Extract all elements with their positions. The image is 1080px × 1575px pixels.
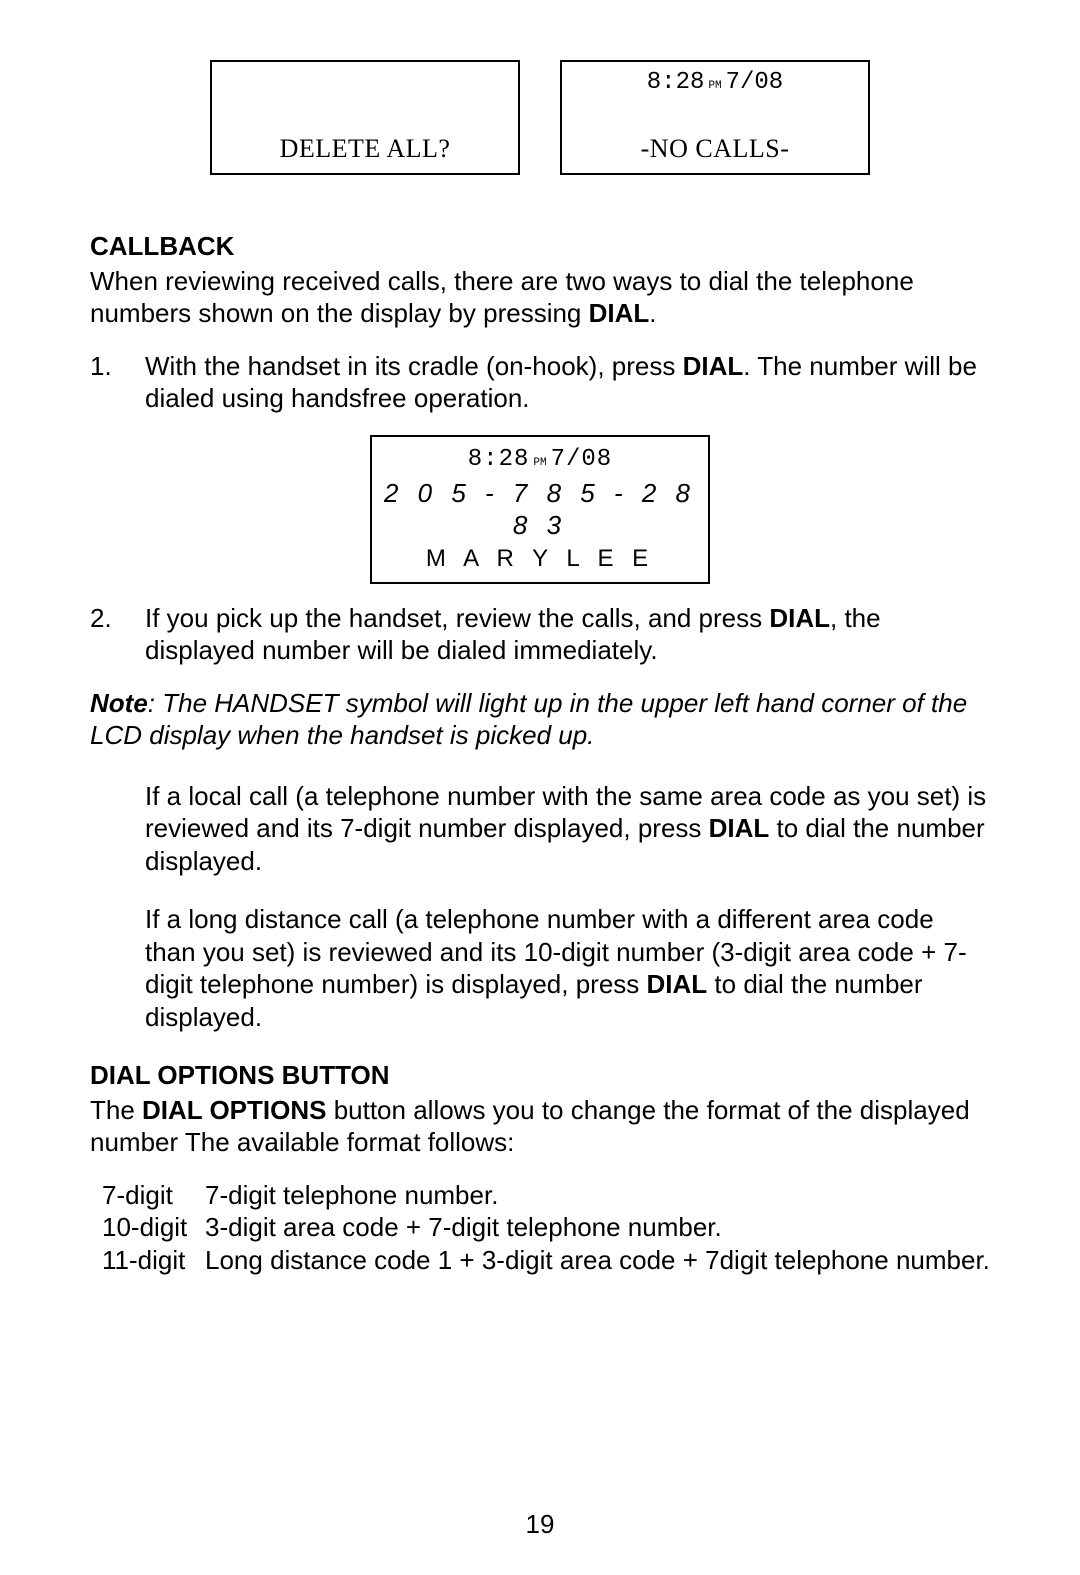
format-row: 10-digit 3-digit area code + 7-digit tel…: [90, 1211, 990, 1244]
step-1: 1. With the handset in its cradle (on-ho…: [90, 350, 990, 415]
format-label: 11-digit: [90, 1244, 205, 1277]
step-body: With the handset in its cradle (on-hook)…: [145, 350, 990, 415]
callback-intro: When reviewing received calls, there are…: [90, 265, 990, 330]
lcd-callback-example: 8:28PM 7/08 2 0 5 - 7 8 5 - 2 8 8 3 M A R…: [370, 435, 710, 584]
page-number: 19: [0, 1508, 1080, 1541]
lcd-delete-all: DELETE ALL?: [210, 60, 520, 175]
step-body: If you pick up the handset, review the c…: [145, 602, 990, 667]
callback-heading: CALLBACK: [90, 230, 990, 263]
dial-keyword: DIAL: [709, 813, 770, 843]
format-row: 7-digit 7-digit telephone number.: [90, 1179, 990, 1212]
lcd-no-calls: 8:28PM 7/08 -NO CALLS-: [560, 60, 870, 175]
dial-options-intro: The DIAL OPTIONS button allows you to ch…: [90, 1094, 990, 1159]
lcd-timestamp: 8:28PM 7/08: [562, 68, 868, 98]
lcd-pm-indicator: PM: [533, 457, 546, 469]
lcd-caller-name: M A R Y L E E: [382, 544, 698, 574]
dial-options-keyword: DIAL OPTIONS: [142, 1095, 326, 1125]
step-2: 2. If you pick up the handset, review th…: [90, 602, 990, 667]
lcd-text: -NO CALLS-: [641, 133, 790, 166]
text: .: [649, 298, 656, 328]
lcd-timestamp: 8:28PM 7/08: [382, 445, 698, 475]
text: The: [90, 1095, 142, 1125]
format-label: 10-digit: [90, 1211, 205, 1244]
format-desc: 7-digit telephone number.: [205, 1179, 498, 1212]
dial-options-heading: DIAL OPTIONS BUTTON: [90, 1059, 990, 1092]
format-desc: Long distance code 1 + 3-digit area code…: [205, 1244, 990, 1277]
top-lcd-row: DELETE ALL? 8:28PM 7/08 -NO CALLS-: [90, 60, 990, 175]
note-label: Note: [90, 688, 148, 718]
step-number: 2.: [90, 602, 145, 667]
dial-keyword: DIAL: [589, 298, 650, 328]
lcd-time: 8:28: [468, 446, 530, 473]
lcd-time: 8:28: [647, 69, 705, 96]
long-distance-info: If a long distance call (a telephone num…: [90, 903, 990, 1033]
format-label: 7-digit: [90, 1179, 205, 1212]
dial-keyword: DIAL: [769, 603, 830, 633]
format-desc: 3-digit area code + 7-digit telephone nu…: [205, 1211, 722, 1244]
text: With the handset in its cradle (on-hook)…: [145, 351, 683, 381]
format-list: 7-digit 7-digit telephone number. 10-dig…: [90, 1179, 990, 1277]
dial-keyword: DIAL: [647, 969, 708, 999]
step-number: 1.: [90, 350, 145, 415]
format-row: 11-digit Long distance code 1 + 3-digit …: [90, 1244, 990, 1277]
lcd-phone-number: 2 0 5 - 7 8 5 - 2 8 8 3: [382, 477, 698, 542]
lcd-pm-indicator: PM: [708, 80, 721, 92]
lcd-date: 7/08: [726, 69, 784, 96]
text: If you pick up the handset, review the c…: [145, 603, 769, 633]
lcd-date: 7/08: [551, 446, 613, 473]
lcd-text: DELETE ALL?: [280, 133, 451, 166]
dial-keyword: DIAL: [683, 351, 744, 381]
text: When reviewing received calls, there are…: [90, 266, 914, 329]
handset-note: Note: The HANDSET symbol will light up i…: [90, 687, 990, 752]
note-text: : The HANDSET symbol will light up in th…: [90, 688, 967, 751]
local-call-info: If a local call (a telephone number with…: [90, 780, 990, 878]
